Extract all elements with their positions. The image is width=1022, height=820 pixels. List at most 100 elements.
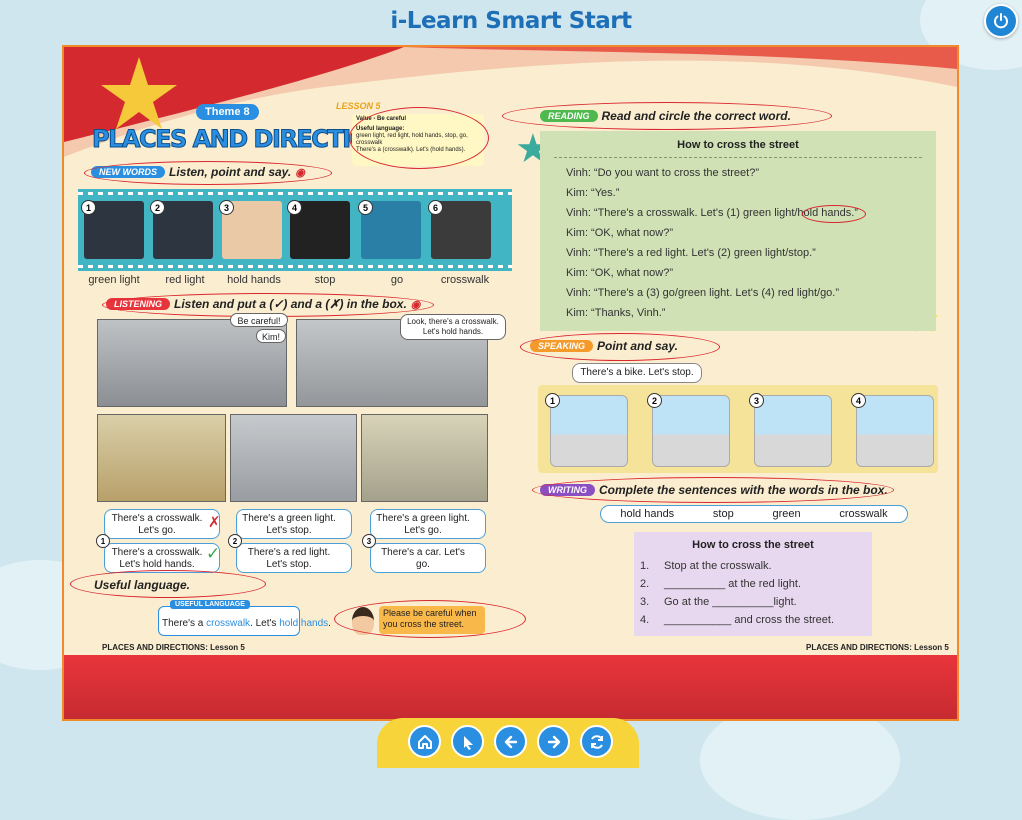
listening-option-b[interactable]: There's a red light. Let's stop. (236, 543, 352, 573)
word-bank: hold hands stop green crosswalk (600, 505, 908, 523)
film-perforations-top (78, 192, 512, 195)
listening-picture-1 (97, 414, 226, 502)
dialogue-line: Kim: “OK, what now?” (566, 227, 673, 239)
lesson-tag: LESSON 5 (336, 101, 381, 111)
speaking-picture[interactable] (652, 395, 730, 467)
boy-avatar (352, 607, 374, 635)
writing-item-text: Stop at the crosswalk. (664, 560, 772, 572)
refresh-button[interactable] (580, 725, 613, 758)
word-card-number: 3 (219, 200, 234, 215)
listening-picture-2 (230, 414, 357, 502)
speech-bubble-bike: There's a bike. Let's stop. (572, 363, 702, 383)
audio-icon[interactable]: ◉ (411, 298, 421, 311)
listening-option-a[interactable]: There's a green light. Let's stop. (236, 509, 352, 539)
power-button[interactable] (984, 4, 1018, 38)
check-mark-icon: ✓ (206, 544, 221, 564)
writing-item-number: 4. (640, 614, 650, 626)
speaking-picture[interactable] (856, 395, 934, 467)
word-card-number: 2 (150, 200, 165, 215)
useful-language-box-label: USEFUL LANGUAGE (170, 600, 250, 609)
word-card-number: 6 (428, 200, 443, 215)
useful-language-sentence: There's a (crosswalk). Let's (hold hands… (356, 147, 466, 153)
word-bank-item: green (772, 508, 801, 520)
writing-item-text: ___________ and cross the street. (664, 614, 835, 626)
useful-language-heading: Useful language. (94, 578, 191, 592)
new-words-badge: NEW WORDS (91, 166, 165, 178)
dialogue-line: Kim: “OK, what now?” (566, 267, 673, 279)
useful-language-label: Useful language: (356, 126, 405, 132)
sentence-keyword: hold hands (279, 618, 329, 629)
audio-icon[interactable]: ◉ (295, 166, 305, 179)
writing-instruction: Complete the sentences with the words in… (599, 483, 888, 497)
writing-item-number: 3. (640, 596, 650, 608)
word-card-label: stop (314, 274, 336, 286)
refresh-icon (590, 734, 603, 749)
dialogue-line: Kim: “Thanks, Vinh.” (566, 307, 666, 319)
careful-bubble: Please be careful when you cross the str… (379, 606, 485, 634)
sentence-part: . Let's (250, 618, 280, 629)
dialogue-line: Vinh: “There's a red light. Let's (2) gr… (566, 247, 816, 259)
new-words-header: NEW WORDS Listen, point and say. ◉ (91, 165, 305, 179)
reading-header: READING Read and circle the correct word… (540, 109, 791, 123)
forward-button[interactable] (537, 725, 570, 758)
picture-number: 3 (749, 393, 764, 408)
dialogue-line: Vinh: “There's a (3) go/green light. Let… (566, 287, 840, 299)
listening-option-a[interactable]: There's a crosswalk. Let's go. (104, 509, 220, 539)
word-card-label: green light (88, 274, 140, 286)
writing-item-number: 1. (640, 560, 650, 572)
speaking-header: SPEAKING Point and say. (530, 339, 678, 353)
dialogue-line: Vinh: “Do you want to cross the street?” (566, 167, 759, 179)
arrow-right-icon (547, 735, 560, 748)
cursor-button[interactable] (451, 725, 484, 758)
word-bank-item: crosswalk (839, 508, 888, 520)
listening-option-b[interactable]: There's a car. Let's go. (370, 543, 486, 573)
writing-item-number: 2. (640, 578, 650, 590)
speech-bubble-crosswalk: Look, there's a crosswalk. Let's hold ha… (400, 314, 506, 340)
arrow-left-icon (504, 735, 517, 748)
writing-badge: WRITING (540, 484, 595, 496)
cross-mark-icon: ✗ (208, 513, 221, 531)
home-button[interactable] (408, 725, 441, 758)
reading-divider (554, 157, 922, 158)
word-bank-item: stop (712, 508, 734, 520)
theme-label: Theme 8 (196, 104, 259, 120)
value-label: Value - Be careful (356, 116, 407, 122)
reading-instruction: Read and circle the correct word. (601, 109, 791, 123)
word-card-label: red light (165, 274, 205, 286)
writing-box: How to cross the street 1. Stop at the cr… (634, 532, 872, 636)
textbook-spread: Theme 8 PLACES AND DIRECTIONS LESSON 5 V… (62, 45, 959, 721)
left-footer-label: PLACES AND DIRECTIONS: Lesson 5 (102, 643, 245, 652)
speaking-picture[interactable] (550, 395, 628, 467)
listening-header: LISTENING Listen and put a (✓) and a (✗)… (106, 297, 420, 311)
dialogue-line: Kim: “Yes.” (566, 187, 620, 199)
film-perforations-bottom (78, 265, 512, 268)
picture-number: 4 (851, 393, 866, 408)
speech-bubble-be-careful: Be careful! (230, 313, 288, 327)
listening-instruction: Listen and put a (✓) and a (✗) in the bo… (174, 297, 407, 311)
writing-header: WRITING Complete the sentences with the … (540, 483, 888, 497)
power-icon (994, 13, 1008, 29)
word-card-number: 4 (287, 200, 302, 215)
speaking-picture[interactable] (754, 395, 832, 467)
value-box: Value - Be careful Useful language: gree… (352, 114, 484, 166)
listening-option-a[interactable]: There's a green light. Let's go. (370, 509, 486, 539)
new-words-instruction: Listen, point and say. (169, 165, 292, 179)
page-footer-band (64, 655, 957, 719)
dialogue-line: Vinh: “There's a crosswalk. Let's (1) gr… (566, 207, 858, 219)
cursor-icon (463, 735, 473, 750)
picture-number: 2 (647, 393, 662, 408)
back-button[interactable] (494, 725, 527, 758)
reading-title: How to cross the street (677, 139, 799, 151)
useful-language-words: green light, red light, hold hands, stop… (356, 133, 468, 146)
writing-item-text: __________ at the red light. (664, 578, 802, 590)
sentence-part: . (328, 618, 331, 629)
reading-badge: READING (540, 110, 598, 122)
listening-picture-3 (361, 414, 488, 502)
bottom-nav-bar (377, 718, 639, 768)
word-bank-item: hold hands (620, 508, 675, 520)
word-card-number: 1 (81, 200, 96, 215)
right-footer-label: PLACES AND DIRECTIONS: Lesson 5 (806, 643, 949, 652)
listening-option-b[interactable]: There's a crosswalk. Let's hold hands. (104, 543, 220, 573)
sentence-keyword: crosswalk (206, 618, 251, 629)
reading-passage: How to cross the street Vinh: “Do you wa… (540, 131, 936, 331)
